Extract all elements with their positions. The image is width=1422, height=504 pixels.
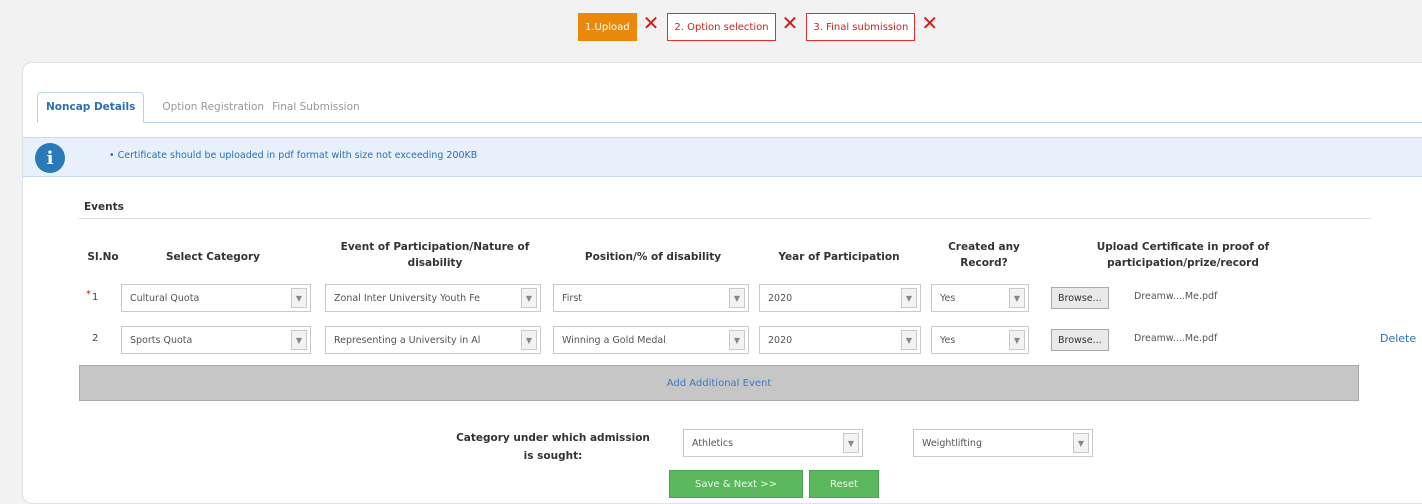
divider xyxy=(79,218,1371,219)
header-category: Select Category xyxy=(166,251,260,263)
header-upload: Upload Certificate in proof of participa… xyxy=(1053,239,1313,271)
chevron-down-icon: ▼ xyxy=(291,330,307,350)
record-select[interactable]: Yes ▼ xyxy=(931,326,1029,354)
header-record: Created any Record? xyxy=(929,239,1039,271)
chevron-down-icon: ▼ xyxy=(901,288,917,308)
record-select[interactable]: Yes ▼ xyxy=(931,284,1029,312)
chevron-down-icon: ▼ xyxy=(291,288,307,308)
browse-button[interactable]: Browse... xyxy=(1051,329,1109,351)
admission-label-line2: is sought: xyxy=(523,450,583,462)
event-select[interactable]: Zonal Inter University Youth Fe ▼ xyxy=(325,284,541,312)
step-final-submission: 3. Final submission xyxy=(806,13,916,41)
row-slno: 2 xyxy=(92,333,99,344)
chevron-down-icon: ▼ xyxy=(901,330,917,350)
chevron-down-icon: ▼ xyxy=(1073,433,1089,453)
record-value: Yes xyxy=(940,334,956,346)
header-event-line1: Event of Participation/Nature of xyxy=(340,241,530,253)
year-select[interactable]: 2020 ▼ xyxy=(759,326,921,354)
header-record-line1: Created any xyxy=(948,241,1020,253)
category-select[interactable]: Cultural Quota ▼ xyxy=(121,284,311,312)
step-option-selection: 2. Option selection xyxy=(667,13,776,41)
header-upload-line2: participation/prize/record xyxy=(1107,257,1259,269)
tab-option-registration[interactable]: Option Registration xyxy=(158,101,268,122)
close-icon: ✕ xyxy=(642,11,660,35)
info-banner: i • Certificate should be uploaded in pd… xyxy=(23,137,1422,177)
event-value: Representing a University in Al xyxy=(334,334,481,346)
admission-subcategory-select[interactable]: Weightlifting ▼ xyxy=(913,429,1093,457)
admission-category-value: Athletics xyxy=(692,437,734,449)
chevron-down-icon: ▼ xyxy=(1009,288,1025,308)
chevron-down-icon: ▼ xyxy=(521,288,537,308)
header-event-line2: disability xyxy=(407,257,463,269)
position-select[interactable]: Winning a Gold Medal ▼ xyxy=(553,326,749,354)
tab-bar: Noncap Details Option Registration Final… xyxy=(37,91,1422,123)
chevron-down-icon: ▼ xyxy=(843,433,859,453)
step-upload: 1.Upload xyxy=(578,13,637,41)
category-select[interactable]: Sports Quota ▼ xyxy=(121,326,311,354)
event-value: Zonal Inter University Youth Fe xyxy=(334,292,481,304)
position-value: Winning a Gold Medal xyxy=(562,334,666,346)
events-title: Events xyxy=(84,201,124,213)
info-text: • Certificate should be uploaded in pdf … xyxy=(109,150,478,161)
year-value: 2020 xyxy=(768,334,793,346)
admission-category-select[interactable]: Athletics ▼ xyxy=(683,429,863,457)
year-select[interactable]: 2020 ▼ xyxy=(759,284,921,312)
chevron-down-icon: ▼ xyxy=(729,288,745,308)
header-record-line2: Record? xyxy=(960,257,1008,269)
file-name: Dreamw....Me.pdf xyxy=(1134,333,1218,344)
tab-noncap-details[interactable]: Noncap Details xyxy=(37,92,145,123)
year-value: 2020 xyxy=(768,292,793,304)
reset-button[interactable]: Reset xyxy=(809,470,879,498)
main-card: Noncap Details Option Registration Final… xyxy=(22,62,1422,504)
save-next-button[interactable]: Save & Next >> xyxy=(669,470,803,498)
header-slno: Sl.No xyxy=(87,251,119,263)
header-upload-line1: Upload Certificate in proof of xyxy=(1096,241,1270,253)
close-icon: ✕ xyxy=(921,11,939,35)
category-value: Cultural Quota xyxy=(130,292,200,304)
row-slno: 1 xyxy=(92,292,99,303)
close-icon: ✕ xyxy=(781,11,799,35)
required-marker: * xyxy=(86,289,91,300)
position-select[interactable]: First ▼ xyxy=(553,284,749,312)
info-icon: i xyxy=(35,143,65,173)
event-select[interactable]: Representing a University in Al ▼ xyxy=(325,326,541,354)
chevron-down-icon: ▼ xyxy=(1009,330,1025,350)
file-name: Dreamw....Me.pdf xyxy=(1134,291,1218,302)
admission-subcategory-value: Weightlifting xyxy=(922,437,982,449)
browse-button[interactable]: Browse... xyxy=(1051,287,1109,309)
chevron-down-icon: ▼ xyxy=(729,330,745,350)
tab-final-submission[interactable]: Final Submission xyxy=(268,101,364,122)
record-value: Yes xyxy=(940,292,956,304)
category-value: Sports Quota xyxy=(130,334,193,346)
position-value: First xyxy=(562,292,582,304)
admission-category-label: Category under which admission is sought… xyxy=(433,429,673,465)
header-position: Position/% of disability xyxy=(584,251,722,263)
chevron-down-icon: ▼ xyxy=(521,330,537,350)
header-year: Year of Participation xyxy=(778,251,900,263)
admission-label-line1: Category under which admission xyxy=(456,432,650,444)
add-event-button[interactable]: Add Additional Event xyxy=(79,365,1359,401)
delete-link[interactable]: Delete xyxy=(1380,332,1416,345)
step-progress-bar: 1.Upload ✕ 2. Option selection ✕ 3. Fina… xyxy=(578,12,946,42)
header-event: Event of Participation/Nature of disabil… xyxy=(315,239,555,271)
